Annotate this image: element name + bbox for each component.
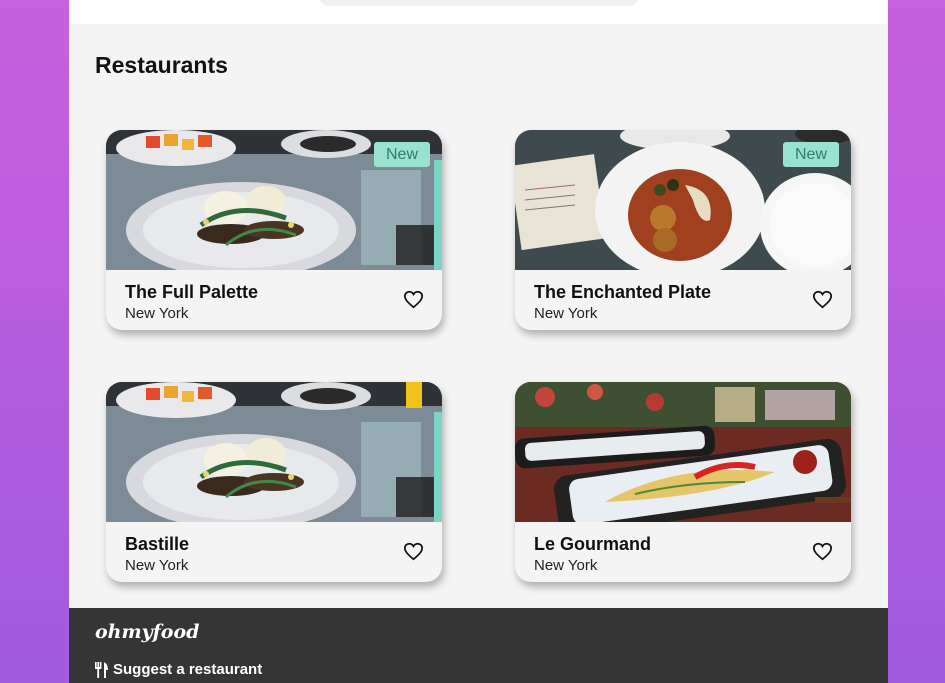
- main-page: Restaurants New The Full Palette New Yor…: [69, 0, 888, 683]
- heart-outline-icon[interactable]: [812, 290, 833, 309]
- utensils-icon: [95, 661, 108, 678]
- restaurant-card[interactable]: New The Full Palette New York: [106, 130, 442, 330]
- footer-logo[interactable]: ohmyfood: [95, 621, 199, 643]
- header-bar: [69, 0, 888, 24]
- suggest-label: Suggest a restaurant: [113, 661, 263, 678]
- restaurant-city: New York: [125, 557, 189, 574]
- restaurant-city: New York: [534, 305, 598, 322]
- new-badge: New: [782, 142, 839, 167]
- restaurant-card[interactable]: Le Gourmand New York: [515, 382, 851, 582]
- restaurant-card[interactable]: Bastille New York: [106, 382, 442, 582]
- restaurant-card[interactable]: New The Enchanted Plate New York: [515, 130, 851, 330]
- suggest-restaurant-link[interactable]: Suggest a restaurant: [95, 661, 262, 678]
- restaurant-name: Bastille: [125, 534, 190, 554]
- heart-outline-icon[interactable]: [403, 542, 424, 561]
- new-badge: New: [373, 142, 430, 167]
- restaurant-image: [515, 382, 851, 522]
- restaurant-image: [106, 382, 442, 522]
- restaurant-name: Le Gourmand: [534, 534, 652, 554]
- restaurant-city: New York: [534, 557, 598, 574]
- search-input[interactable]: [319, 0, 639, 6]
- restaurant-name: The Enchanted Plate: [534, 282, 712, 302]
- restaurant-name: The Full Palette: [125, 282, 259, 302]
- restaurant-city: New York: [125, 305, 189, 322]
- footer: ohmyfood Suggest a restaurant: [69, 608, 888, 683]
- heart-outline-icon[interactable]: [812, 542, 833, 561]
- heart-outline-icon[interactable]: [403, 290, 424, 309]
- page-title: Restaurants: [95, 52, 228, 78]
